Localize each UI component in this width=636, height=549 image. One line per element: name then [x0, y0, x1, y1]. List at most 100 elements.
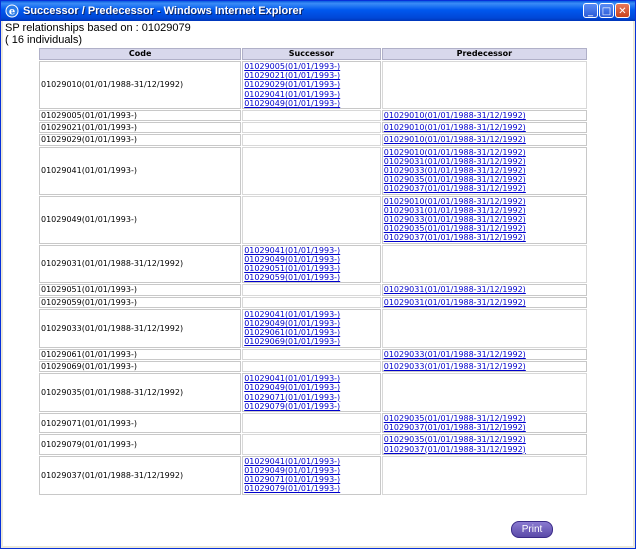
successor-cell [242, 284, 381, 296]
predecessor-link[interactable]: 01029033(01/01/1988-31/12/1992) [384, 362, 585, 371]
successor-link[interactable]: 01029079(01/01/1993-) [244, 402, 379, 411]
predecessor-cell: 01029035(01/01/1988-31/12/1992) 01029037(… [381, 412, 587, 434]
predecessor-link[interactable]: 01029010(01/01/1988-31/12/1992) [384, 148, 585, 157]
predecessor-cell [381, 455, 587, 495]
successor-cell [242, 360, 381, 373]
predecessor-link[interactable]: 01029031(01/01/1988-31/12/1992) [384, 298, 585, 307]
title-bar[interactable]: e Successor / Predecessor - Windows Inte… [1, 1, 635, 21]
table-row: 01029041(01/01/1993-) 01029010(01/01/1988… [39, 146, 587, 195]
predecessor-link[interactable]: 01029010(01/01/1988-31/12/1992) [384, 111, 585, 120]
successor-cell [242, 146, 381, 195]
successor-cell: 01029041(01/01/1993-) 01029049(01/01/1993… [242, 373, 381, 412]
successor-link[interactable]: 01029051(01/01/1993-) [244, 264, 379, 273]
maximize-button[interactable]: □ [599, 3, 614, 18]
predecessor-link[interactable]: 01029031(01/01/1988-31/12/1992) [384, 157, 585, 166]
successor-link[interactable]: 01029059(01/01/1993-) [244, 273, 379, 282]
code-column-header: Code [39, 48, 242, 60]
code-cell: 01029049(01/01/1993-) [39, 195, 242, 244]
predecessor-cell: 01029035(01/01/1988-31/12/1992) 01029037(… [381, 434, 587, 455]
successor-link[interactable]: 01029041(01/01/1993-) [244, 310, 379, 319]
successor-link[interactable]: 01029061(01/01/1993-) [244, 328, 379, 337]
successor-link[interactable]: 01029049(01/01/1993-) [244, 383, 379, 392]
browser-window: e Successor / Predecessor - Windows Inte… [0, 0, 636, 549]
successor-cell [242, 110, 381, 122]
individuals-count: ( 16 individuals) [5, 34, 83, 46]
predecessor-cell [381, 244, 587, 284]
predecessor-cell: 01029010(01/01/1988-31/12/1992) [381, 134, 587, 146]
successor-link[interactable]: 01029021(01/01/1993-) [244, 71, 379, 80]
successor-cell: 01029005(01/01/1993-) 01029021(01/01/1993… [242, 61, 381, 110]
sp-relationship-table: Code Successor Predecessor 01029010(01/0… [38, 47, 588, 496]
successor-link[interactable]: 01029029(01/01/1993-) [244, 80, 379, 89]
successor-link[interactable]: 01029041(01/01/1993-) [244, 90, 379, 99]
predecessor-cell: 01029031(01/01/1988-31/12/1992) [381, 284, 587, 296]
predecessor-link[interactable]: 01029010(01/01/1988-31/12/1992) [384, 123, 585, 132]
successor-cell [242, 412, 381, 434]
table-body: 01029010(01/01/1988-31/12/1992) 01029005(… [39, 61, 587, 495]
successor-cell [242, 296, 381, 308]
predecessor-cell [381, 373, 587, 412]
predecessor-link[interactable]: 01029035(01/01/1988-31/12/1992) [384, 224, 585, 233]
svg-text:e: e [9, 7, 15, 18]
successor-cell: 01029041(01/01/1993-) 01029049(01/01/1993… [242, 455, 381, 495]
successor-link[interactable]: 01029049(01/01/1993-) [244, 99, 379, 108]
predecessor-link[interactable]: 01029031(01/01/1988-31/12/1992) [384, 206, 585, 215]
predecessor-link[interactable]: 01029033(01/01/1988-31/12/1992) [384, 166, 585, 175]
code-cell: 01029051(01/01/1993-) [39, 284, 242, 296]
predecessor-link[interactable]: 01029033(01/01/1988-31/12/1992) [384, 215, 585, 224]
table-row: 01029037(01/01/1988-31/12/1992) 01029041(… [39, 455, 587, 495]
predecessor-link[interactable]: 01029010(01/01/1988-31/12/1992) [384, 135, 585, 144]
predecessor-cell [381, 308, 587, 348]
close-icon: ✕ [618, 6, 627, 17]
print-button[interactable]: Print [511, 521, 553, 538]
predecessor-link[interactable]: 01029037(01/01/1988-31/12/1992) [384, 184, 585, 193]
code-cell: 01029059(01/01/1993-) [39, 296, 242, 308]
predecessor-link[interactable]: 01029037(01/01/1988-31/12/1992) [384, 423, 585, 432]
successor-link[interactable]: 01029005(01/01/1993-) [244, 62, 379, 71]
predecessor-link[interactable]: 01029037(01/01/1988-31/12/1992) [384, 445, 585, 454]
close-button[interactable]: ✕ [615, 3, 630, 18]
table-row: 01029005(01/01/1993-) 01029010(01/01/1988… [39, 110, 587, 122]
code-cell: 01029035(01/01/1988-31/12/1992) [39, 373, 242, 412]
successor-cell [242, 122, 381, 134]
code-cell: 01029061(01/01/1993-) [39, 348, 242, 360]
successor-cell [242, 134, 381, 146]
successor-link[interactable]: 01029049(01/01/1993-) [244, 255, 379, 264]
table-row: 01029010(01/01/1988-31/12/1992) 01029005(… [39, 61, 587, 110]
minimize-icon: _ [588, 6, 593, 17]
successor-link[interactable]: 01029041(01/01/1993-) [244, 457, 379, 466]
successor-cell: 01029041(01/01/1993-) 01029049(01/01/1993… [242, 308, 381, 348]
successor-link[interactable]: 01029069(01/01/1993-) [244, 337, 379, 346]
predecessor-cell: 01029033(01/01/1988-31/12/1992) [381, 360, 587, 373]
table-row: 01029029(01/01/1993-) 01029010(01/01/1988… [39, 134, 587, 146]
predecessor-cell: 01029010(01/01/1988-31/12/1992) [381, 110, 587, 122]
table-row: 01029021(01/01/1993-) 01029010(01/01/1988… [39, 122, 587, 134]
table-row: 01029051(01/01/1993-) 01029031(01/01/1988… [39, 284, 587, 296]
table-row: 01029071(01/01/1993-) 01029035(01/01/1988… [39, 412, 587, 434]
predecessor-link[interactable]: 01029033(01/01/1988-31/12/1992) [384, 350, 585, 359]
minimize-button[interactable]: _ [583, 3, 598, 18]
successor-cell [242, 348, 381, 360]
predecessor-link[interactable]: 01029035(01/01/1988-31/12/1992) [384, 175, 585, 184]
page-content: SP relationships based on : 01029079 ( 1… [3, 21, 633, 546]
successor-link[interactable]: 01029049(01/01/1993-) [244, 466, 379, 475]
predecessor-link[interactable]: 01029031(01/01/1988-31/12/1992) [384, 285, 585, 294]
code-cell: 01029005(01/01/1993-) [39, 110, 242, 122]
predecessor-link[interactable]: 01029035(01/01/1988-31/12/1992) [384, 435, 585, 444]
predecessor-cell: 01029010(01/01/1988-31/12/1992) 01029031(… [381, 195, 587, 244]
successor-link[interactable]: 01029041(01/01/1993-) [244, 246, 379, 255]
code-cell: 01029071(01/01/1993-) [39, 412, 242, 434]
table-row: 01029035(01/01/1988-31/12/1992) 01029041(… [39, 373, 587, 412]
predecessor-link[interactable]: 01029037(01/01/1988-31/12/1992) [384, 233, 585, 242]
successor-link[interactable]: 01029071(01/01/1993-) [244, 475, 379, 484]
code-cell: 01029029(01/01/1993-) [39, 134, 242, 146]
table-header-row: Code Successor Predecessor [39, 48, 587, 60]
successor-link[interactable]: 01029071(01/01/1993-) [244, 393, 379, 402]
predecessor-link[interactable]: 01029010(01/01/1988-31/12/1992) [384, 197, 585, 206]
predecessor-link[interactable]: 01029035(01/01/1988-31/12/1992) [384, 414, 585, 423]
successor-link[interactable]: 01029079(01/01/1993-) [244, 484, 379, 493]
successor-link[interactable]: 01029041(01/01/1993-) [244, 374, 379, 383]
ie-logo-icon: e [5, 4, 19, 18]
code-cell: 01029041(01/01/1993-) [39, 146, 242, 195]
successor-link[interactable]: 01029049(01/01/1993-) [244, 319, 379, 328]
